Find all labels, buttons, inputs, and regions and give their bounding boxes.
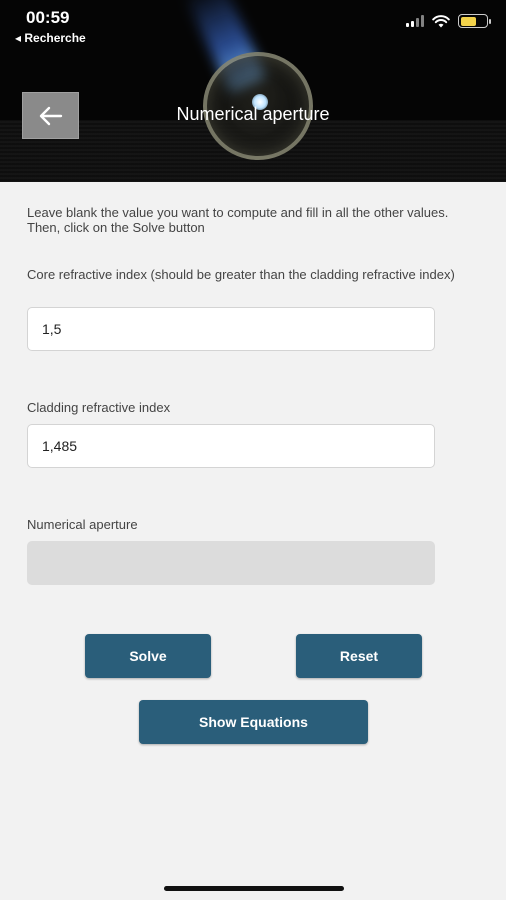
core-index-label: Core refractive index (should be greater… [27, 267, 455, 282]
cladding-index-input[interactable]: 1,485 [27, 424, 435, 468]
status-back-link[interactable]: ◂ Recherche [15, 31, 86, 45]
status-icons [406, 14, 491, 28]
instructions-text: Leave blank the value you want to comput… [27, 205, 449, 235]
page-title: Numerical aperture [176, 104, 330, 124]
battery-icon [458, 14, 491, 28]
cladding-index-label: Cladding refractive index [27, 400, 171, 415]
reset-button[interactable]: Reset [296, 634, 422, 678]
solve-button[interactable]: Solve [85, 634, 211, 678]
numerical-aperture-output [27, 541, 435, 585]
home-indicator[interactable] [164, 886, 344, 891]
numerical-aperture-label: Numerical aperture [27, 517, 138, 532]
show-equations-button[interactable]: Show Equations [139, 700, 368, 744]
header-banner: 00:59 ◂ Recherche Numerical aperture [0, 0, 506, 182]
core-index-input[interactable]: 1,5 [27, 307, 435, 351]
signal-icon [406, 15, 424, 27]
status-time: 00:59 [26, 8, 70, 27]
wifi-icon [432, 14, 450, 27]
